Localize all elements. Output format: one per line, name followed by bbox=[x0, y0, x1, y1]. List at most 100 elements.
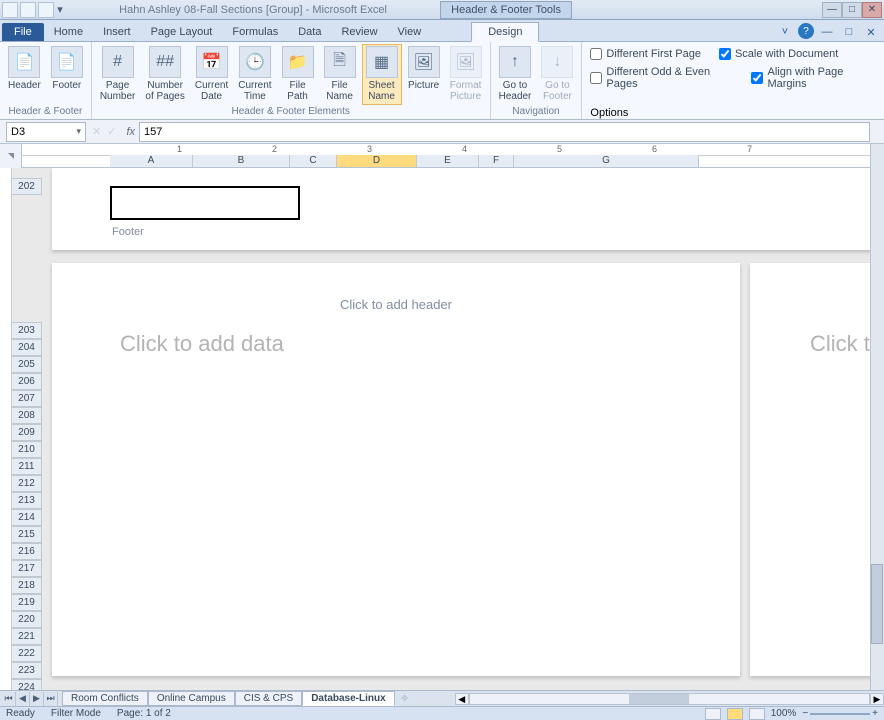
current-time-button[interactable]: 🕒Current Time bbox=[234, 44, 275, 105]
sheet-tab[interactable]: Database-Linux bbox=[302, 691, 394, 706]
footer-section-left[interactable] bbox=[110, 186, 300, 220]
row-header[interactable]: 205 bbox=[12, 356, 42, 373]
goto-footer-button[interactable]: ↓Go to Footer bbox=[537, 44, 577, 105]
close-icon[interactable]: ✕ bbox=[862, 2, 882, 18]
select-all-corner[interactable] bbox=[0, 144, 22, 168]
row-header[interactable]: 215 bbox=[12, 526, 42, 543]
header-button[interactable]: 📄Header bbox=[4, 44, 45, 105]
column-header-A[interactable]: A bbox=[110, 155, 193, 167]
row-header[interactable]: 208 bbox=[12, 407, 42, 424]
file-name-button[interactable]: 🗎File Name bbox=[320, 44, 360, 105]
zoom-slider[interactable] bbox=[810, 713, 870, 715]
row-header[interactable]: 212 bbox=[12, 475, 42, 492]
column-header-F[interactable]: F bbox=[479, 155, 514, 167]
row-header[interactable]: 224 bbox=[12, 679, 42, 690]
row-header[interactable]: 216 bbox=[12, 543, 42, 560]
row-header[interactable]: 207 bbox=[12, 390, 42, 407]
window-close-icon[interactable]: ✕ bbox=[862, 23, 880, 41]
excel-icon[interactable] bbox=[2, 2, 18, 18]
tab-insert[interactable]: Insert bbox=[93, 23, 141, 41]
formula-input[interactable]: 157 bbox=[139, 122, 870, 142]
number-of-pages-button[interactable]: ##Number of Pages bbox=[141, 44, 188, 105]
tab-file[interactable]: File bbox=[2, 23, 44, 41]
column-header-D[interactable]: D bbox=[337, 155, 417, 167]
sheet-tab[interactable]: CIS & CPS bbox=[235, 691, 302, 706]
row-header[interactable]: 219 bbox=[12, 594, 42, 611]
zoom-out-icon[interactable]: − bbox=[802, 708, 808, 719]
row-header[interactable]: 202 bbox=[12, 178, 42, 195]
row-header[interactable]: 211 bbox=[12, 458, 42, 475]
format-picture-button[interactable]: 🖼Format Picture bbox=[446, 44, 486, 105]
fx-icon[interactable]: fx bbox=[126, 126, 135, 138]
tab-nav-prev-icon[interactable]: ◀ bbox=[16, 692, 30, 706]
tab-review[interactable]: Review bbox=[331, 23, 387, 41]
sheet-tab[interactable]: Online Campus bbox=[148, 691, 235, 706]
row-header[interactable]: 217 bbox=[12, 560, 42, 577]
view-pagelayout-icon[interactable] bbox=[727, 708, 743, 720]
enter-formula-icon[interactable]: ✓ bbox=[107, 125, 116, 138]
row-header[interactable]: 222 bbox=[12, 645, 42, 662]
help-icon[interactable]: ? bbox=[798, 23, 814, 39]
horizontal-scrollbar[interactable]: ◀ ▶ bbox=[455, 693, 884, 705]
minimize-ribbon-icon[interactable]: ˅ bbox=[776, 23, 794, 41]
new-sheet-icon[interactable]: ✧ bbox=[395, 692, 415, 705]
tab-page-layout[interactable]: Page Layout bbox=[141, 23, 223, 41]
tab-design[interactable]: Design bbox=[471, 22, 539, 42]
row-header[interactable]: 203 bbox=[12, 322, 42, 339]
picture-button[interactable]: 🖼Picture bbox=[404, 44, 444, 105]
column-header-C[interactable]: C bbox=[290, 155, 337, 167]
column-header-B[interactable]: B bbox=[193, 155, 290, 167]
tab-home[interactable]: Home bbox=[44, 23, 93, 41]
save-icon[interactable] bbox=[20, 2, 36, 18]
add-data-placeholder[interactable]: Click to add data bbox=[120, 331, 284, 357]
row-header[interactable]: 221 bbox=[12, 628, 42, 645]
tab-nav-next-icon[interactable]: ▶ bbox=[30, 692, 44, 706]
vertical-scrollbar-thumb[interactable] bbox=[871, 564, 883, 644]
name-box[interactable]: D3▾ bbox=[6, 122, 86, 142]
vertical-scrollbar[interactable] bbox=[870, 144, 884, 690]
footer-button[interactable]: 📄Footer bbox=[47, 44, 87, 105]
row-header[interactable]: 206 bbox=[12, 373, 42, 390]
row-header[interactable]: 204 bbox=[12, 339, 42, 356]
add-header-placeholder[interactable]: Click to add header bbox=[340, 297, 452, 312]
zoom-value[interactable]: 100% bbox=[771, 708, 797, 719]
sheet-tab[interactable]: Room Conflicts bbox=[62, 691, 148, 706]
tab-formulas[interactable]: Formulas bbox=[222, 23, 288, 41]
zoom-in-icon[interactable]: + bbox=[872, 708, 878, 719]
window-restore-icon[interactable]: □ bbox=[840, 23, 858, 41]
row-header[interactable]: 223 bbox=[12, 662, 42, 679]
column-header-E[interactable]: E bbox=[417, 155, 479, 167]
sheet-name-button[interactable]: ▦Sheet Name bbox=[362, 44, 402, 105]
goto-header-button[interactable]: ↑Go to Header bbox=[495, 44, 536, 105]
tab-nav-last-icon[interactable]: ⏭ bbox=[44, 692, 58, 706]
option-different-first[interactable]: Different First Page bbox=[590, 48, 701, 60]
column-header-G[interactable]: G bbox=[514, 155, 699, 167]
hscroll-thumb[interactable] bbox=[629, 694, 689, 704]
maximize-icon[interactable]: □ bbox=[842, 2, 862, 18]
window-min-icon[interactable]: — bbox=[818, 23, 836, 41]
file-path-button[interactable]: 📁File Path bbox=[278, 44, 318, 105]
option-different-oddeven[interactable]: Different Odd & Even Pages bbox=[590, 66, 733, 90]
status-page: Page: 1 of 2 bbox=[117, 708, 171, 719]
page-number-button[interactable]: #Page Number bbox=[96, 44, 140, 105]
view-pagebreak-icon[interactable] bbox=[749, 708, 765, 720]
view-normal-icon[interactable] bbox=[705, 708, 721, 720]
option-align-margins[interactable]: Align with Page Margins bbox=[751, 66, 876, 90]
hscroll-right-icon[interactable]: ▶ bbox=[870, 693, 884, 705]
row-header[interactable]: 213 bbox=[12, 492, 42, 509]
hscroll-left-icon[interactable]: ◀ bbox=[455, 693, 469, 705]
row-header[interactable]: 218 bbox=[12, 577, 42, 594]
row-header[interactable]: 214 bbox=[12, 509, 42, 526]
current-date-button[interactable]: 📅Current Date bbox=[191, 44, 232, 105]
tab-data[interactable]: Data bbox=[288, 23, 331, 41]
qat-dropdown-icon[interactable]: ▾ bbox=[54, 2, 66, 18]
tab-nav-first-icon[interactable]: ⏮ bbox=[2, 692, 16, 706]
undo-icon[interactable] bbox=[38, 2, 54, 18]
row-header[interactable]: 220 bbox=[12, 611, 42, 628]
row-header[interactable]: 209 bbox=[12, 424, 42, 441]
cancel-formula-icon[interactable]: ✕ bbox=[92, 125, 101, 138]
option-scale-doc[interactable]: Scale with Document bbox=[719, 48, 838, 60]
tab-view[interactable]: View bbox=[388, 23, 432, 41]
minimize-icon[interactable]: — bbox=[822, 2, 842, 18]
row-header[interactable]: 210 bbox=[12, 441, 42, 458]
